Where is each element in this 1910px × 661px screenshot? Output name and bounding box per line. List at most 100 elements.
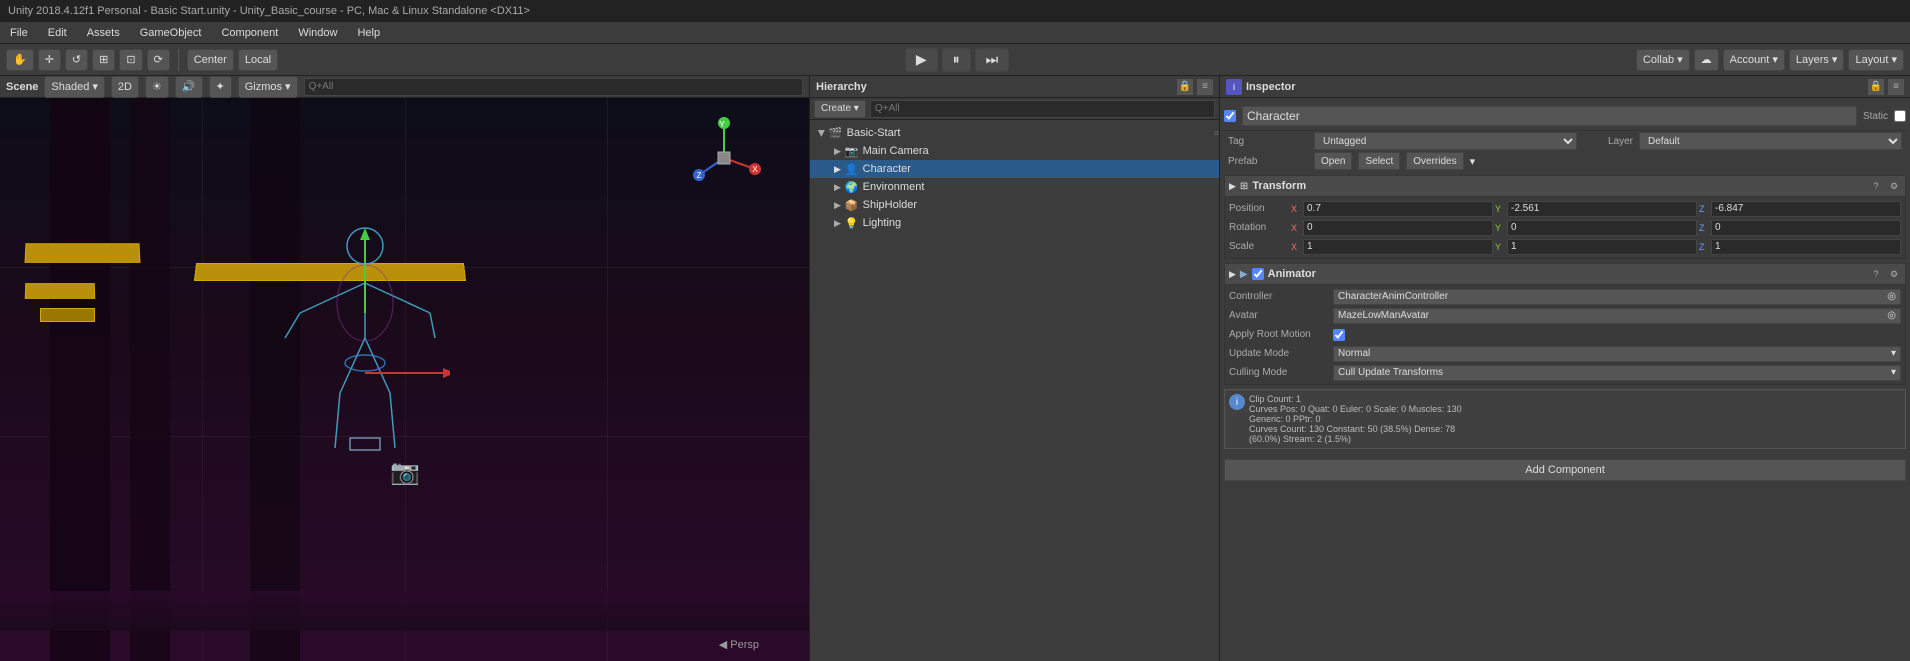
collab-button[interactable]: Collab ▾ (1636, 49, 1690, 71)
scale-y-axis: Y (1495, 242, 1505, 252)
add-component-btn[interactable]: Add Component (1224, 459, 1906, 481)
hier-shipholder[interactable]: ▶ 📦 ShipHolder (810, 196, 1219, 214)
overrides-btn[interactable]: Overrides (1406, 152, 1463, 170)
pos-x-input[interactable] (1303, 201, 1493, 217)
pos-y-input[interactable] (1507, 201, 1697, 217)
lighting-toggle[interactable]: ☀ (145, 76, 169, 98)
scene-canvas[interactable]: 📷 Y X Z (0, 98, 809, 661)
audio-toggle[interactable]: 🔊 (175, 76, 203, 98)
layer-dropdown[interactable]: Default (1639, 132, 1902, 150)
avatar-label: Avatar (1229, 310, 1329, 321)
pos-x-field: X (1291, 201, 1493, 217)
apply-root-checkbox[interactable] (1333, 329, 1345, 341)
hierarchy-lock-btn[interactable]: 🔒 (1177, 79, 1193, 95)
menu-component[interactable]: Component (217, 25, 282, 41)
view-mode-chevron: ▾ (92, 80, 98, 93)
hier-lighting[interactable]: ▶ 💡 Lighting (810, 214, 1219, 232)
rot-y-input[interactable] (1507, 220, 1697, 236)
cloud-button[interactable]: ☁ (1694, 49, 1719, 71)
root-motion-row: Apply Root Motion (1229, 325, 1901, 344)
layers-button[interactable]: Layers ▾ (1789, 49, 1845, 71)
toolbar-hand-tool[interactable]: ✋ (6, 49, 34, 71)
environment-label: Environment (863, 181, 925, 193)
scale-y-input[interactable] (1507, 239, 1697, 255)
inspector-lock-btn[interactable]: 🔒 (1868, 79, 1884, 95)
animator-help-btn[interactable]: ? (1869, 267, 1883, 281)
animator-active-checkbox[interactable] (1252, 268, 1264, 280)
gizmos-label: Gizmos (245, 81, 282, 93)
toolbar-transform-tool[interactable]: ⟳ (147, 49, 170, 71)
scene-search[interactable] (304, 78, 803, 96)
scene-expand-icon: ▶ (816, 130, 827, 137)
pivot-center-btn[interactable]: Center (187, 49, 234, 71)
account-button[interactable]: Account ▾ (1723, 49, 1785, 71)
update-mode-chevron: ▾ (1891, 348, 1896, 359)
menu-window[interactable]: Window (294, 25, 341, 41)
tag-label: Tag (1228, 136, 1308, 147)
rotation-row: Rotation X Y Z (1229, 218, 1901, 237)
camera-icon: 📷 (390, 458, 420, 487)
scene-root[interactable]: ▶ 🎬 Basic-Start ≡ (810, 124, 1219, 142)
play-button[interactable]: ▶ (905, 48, 938, 72)
main-area: Scene Shaded ▾ 2D ☀ 🔊 ✦ Gizmos ▾ (0, 76, 1910, 661)
create-dropdown[interactable]: Create ▾ (814, 100, 866, 118)
scale-z-axis: Z (1699, 242, 1709, 252)
menu-file[interactable]: File (6, 25, 32, 41)
svg-text:Z: Z (697, 171, 702, 180)
rot-x-input[interactable] (1303, 220, 1493, 236)
toolbar-rect-tool[interactable]: ⊡ (119, 49, 142, 71)
controller-select-icon: ◎ (1887, 291, 1896, 302)
static-checkbox[interactable] (1894, 110, 1906, 122)
scene-name: Basic-Start (847, 127, 901, 139)
avatar-value[interactable]: MazeLowManAvatar ◎ (1333, 308, 1901, 324)
transform-settings-btn[interactable]: ⚙ (1887, 179, 1901, 193)
animator-settings-btn[interactable]: ⚙ (1887, 267, 1901, 281)
hier-main-camera[interactable]: ▶ 📷 Main Camera (810, 142, 1219, 160)
gizmos-btn[interactable]: Gizmos ▾ (238, 76, 298, 98)
avatar-select-icon: ◎ (1887, 310, 1896, 321)
object-header-row: Static (1224, 102, 1906, 131)
scale-x-input[interactable] (1303, 239, 1493, 255)
char-expand-icon: ▶ (834, 164, 841, 175)
scene-view: Scene Shaded ▾ 2D ☀ 🔊 ✦ Gizmos ▾ (0, 76, 810, 661)
transform-help-btn[interactable]: ? (1869, 179, 1883, 193)
rot-z-input[interactable] (1711, 220, 1901, 236)
culling-mode-value[interactable]: Cull Update Transforms ▾ (1333, 365, 1901, 381)
coords-local-btn[interactable]: Local (238, 49, 278, 71)
open-prefab-btn[interactable]: Open (1314, 152, 1352, 170)
step-button[interactable]: ⏭ (975, 48, 1010, 72)
hierarchy-search[interactable] (870, 100, 1215, 118)
scale-z-input[interactable] (1711, 239, 1901, 255)
shaded-dropdown[interactable]: Shaded ▾ (44, 76, 104, 98)
menu-gameobject[interactable]: GameObject (136, 25, 206, 41)
2d-button[interactable]: 2D (111, 76, 139, 98)
toolbar-rotate-tool[interactable]: ↺ (65, 49, 88, 71)
info-text: Clip Count: 1 Curves Pos: 0 Quat: 0 Eule… (1249, 394, 1462, 444)
transform-icon: ⊞ (1240, 181, 1248, 192)
collab-icon: ▾ (1677, 53, 1683, 66)
hierarchy-menu-btn[interactable]: ≡ (1197, 79, 1213, 95)
object-active-checkbox[interactable] (1224, 110, 1236, 122)
inspector-menu-btn[interactable]: ≡ (1888, 79, 1904, 95)
inspector-header: i Inspector 🔒 ≡ (1220, 76, 1910, 98)
controller-value[interactable]: CharacterAnimController ◎ (1333, 289, 1901, 305)
rotation-label: Rotation (1229, 222, 1289, 233)
menu-help[interactable]: Help (353, 25, 384, 41)
menu-assets[interactable]: Assets (83, 25, 124, 41)
hier-character[interactable]: ▶ 👤 Character (810, 160, 1219, 178)
account-chevron-icon: ▾ (1772, 53, 1778, 66)
select-prefab-btn[interactable]: Select (1358, 152, 1400, 170)
animator-expand-icon: ▶ (1229, 269, 1236, 280)
layout-button[interactable]: Layout ▾ (1848, 49, 1904, 71)
pause-button[interactable]: ⏸ (942, 48, 971, 72)
create-chevron: ▾ (854, 103, 859, 114)
effects-toggle[interactable]: ✦ (209, 76, 232, 98)
toolbar-scale-tool[interactable]: ⊞ (92, 49, 115, 71)
hier-environment[interactable]: ▶ 🌍 Environment (810, 178, 1219, 196)
update-mode-value[interactable]: Normal ▾ (1333, 346, 1901, 362)
object-name-input[interactable] (1242, 106, 1857, 126)
toolbar-move-tool[interactable]: ✛ (38, 49, 61, 71)
menu-edit[interactable]: Edit (44, 25, 71, 41)
tag-dropdown[interactable]: Untagged (1314, 132, 1577, 150)
pos-z-input[interactable] (1711, 201, 1901, 217)
